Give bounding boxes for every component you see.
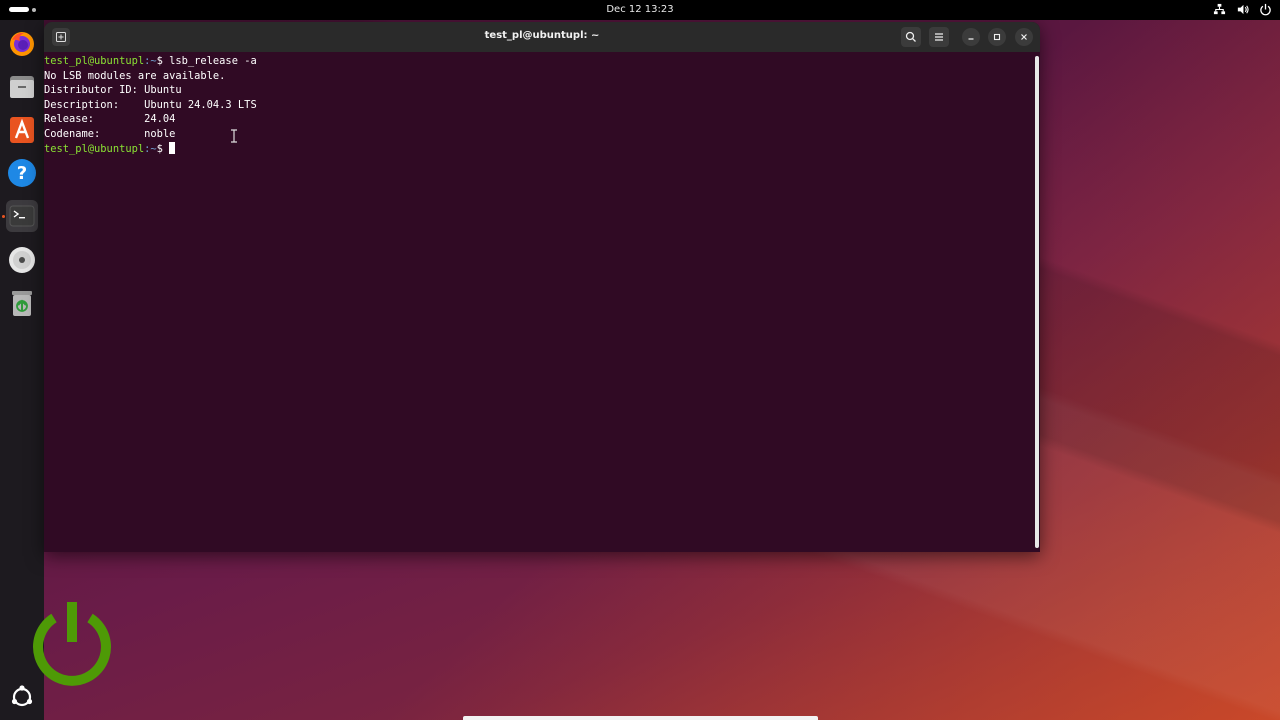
prompt-user: test_pl@ubuntupl — [44, 55, 145, 67]
prompt-user: test_pl@ubuntupl — [44, 142, 145, 155]
prompt-line[interactable]: test_pl@ubuntupl:~$ — [44, 141, 1034, 157]
prompt-symbol: $ — [156, 142, 163, 155]
output-line-text: Codename: noble — [44, 127, 176, 140]
output-line-text: Release: 24.04 — [44, 113, 176, 126]
menu-button[interactable] — [929, 27, 949, 47]
output-line: No LSB modules are available. — [44, 69, 226, 82]
dock-item-disc[interactable] — [6, 244, 38, 276]
search-icon — [905, 31, 916, 42]
window-title: test_pl@ubuntupl: ~ — [484, 30, 600, 41]
close-icon — [1021, 34, 1027, 40]
terminal-icon — [9, 205, 35, 227]
disc-icon — [9, 247, 35, 273]
help-icon: ? — [8, 159, 36, 187]
minimize-button[interactable] — [962, 28, 980, 46]
power-logo-icon — [33, 602, 111, 686]
mouse-ibeam-cursor-icon — [231, 129, 237, 143]
terminal-window[interactable]: test_pl@ubuntupl: ~ test_pl@ubuntupl:~$ … — [44, 22, 1040, 552]
trash-icon — [12, 291, 32, 316]
power-menu-icon — [1260, 3, 1271, 16]
output-line: Distributor ID: Ubuntu — [44, 83, 1034, 98]
clock[interactable]: Dec 12 13:23 — [0, 4, 1280, 15]
svg-text:?: ? — [17, 163, 27, 184]
output-line-text: Distributor ID: Ubuntu — [44, 84, 182, 97]
dock-item-trash[interactable] — [6, 287, 38, 319]
output-line: Description: Ubuntu 24.04.3 LTS — [44, 98, 1034, 113]
dock-item-terminal[interactable] — [6, 200, 38, 232]
output-line-text: Description: Ubuntu 24.04.3 LTS — [44, 98, 257, 111]
terminal-scrollbar[interactable] — [1035, 56, 1039, 548]
show-apps-ubuntu-icon[interactable] — [9, 684, 35, 710]
maximize-icon — [993, 33, 1001, 41]
search-button[interactable] — [901, 27, 921, 47]
app-center-icon — [10, 117, 34, 143]
running-indicator — [2, 215, 5, 218]
command-line: test_pl@ubuntupl:~$ lsb_release -a — [44, 54, 1034, 69]
terminal-titlebar[interactable]: test_pl@ubuntupl: ~ — [44, 22, 1040, 52]
prompt-path: :~ — [144, 55, 157, 67]
dock-item-firefox[interactable] — [6, 28, 38, 60]
dock-item-files[interactable] — [6, 71, 38, 103]
top-bar: Dec 12 13:23 — [0, 0, 1280, 20]
firefox-icon — [10, 32, 34, 56]
dock-item-app-center[interactable] — [6, 114, 38, 146]
dock-item-help[interactable]: ? — [6, 157, 38, 189]
hamburger-menu-icon — [935, 33, 943, 41]
close-button[interactable] — [1015, 28, 1033, 46]
minimize-icon — [968, 38, 974, 40]
command-text: lsb_release -a — [162, 55, 257, 67]
output-line: Codename: noble — [44, 127, 1034, 142]
terminal-output[interactable]: test_pl@ubuntupl:~$ lsb_release -a No LS… — [44, 52, 1034, 552]
volume-icon — [1237, 4, 1249, 15]
text-cursor — [169, 141, 176, 154]
bottom-panel-edge — [463, 716, 818, 720]
output-line: Release: 24.04 — [44, 112, 1034, 127]
network-icon — [1213, 3, 1226, 15]
prompt-path: :~ — [144, 142, 157, 155]
maximize-button[interactable] — [988, 28, 1006, 46]
system-tray[interactable] — [1213, 3, 1272, 16]
files-icon — [10, 76, 34, 98]
